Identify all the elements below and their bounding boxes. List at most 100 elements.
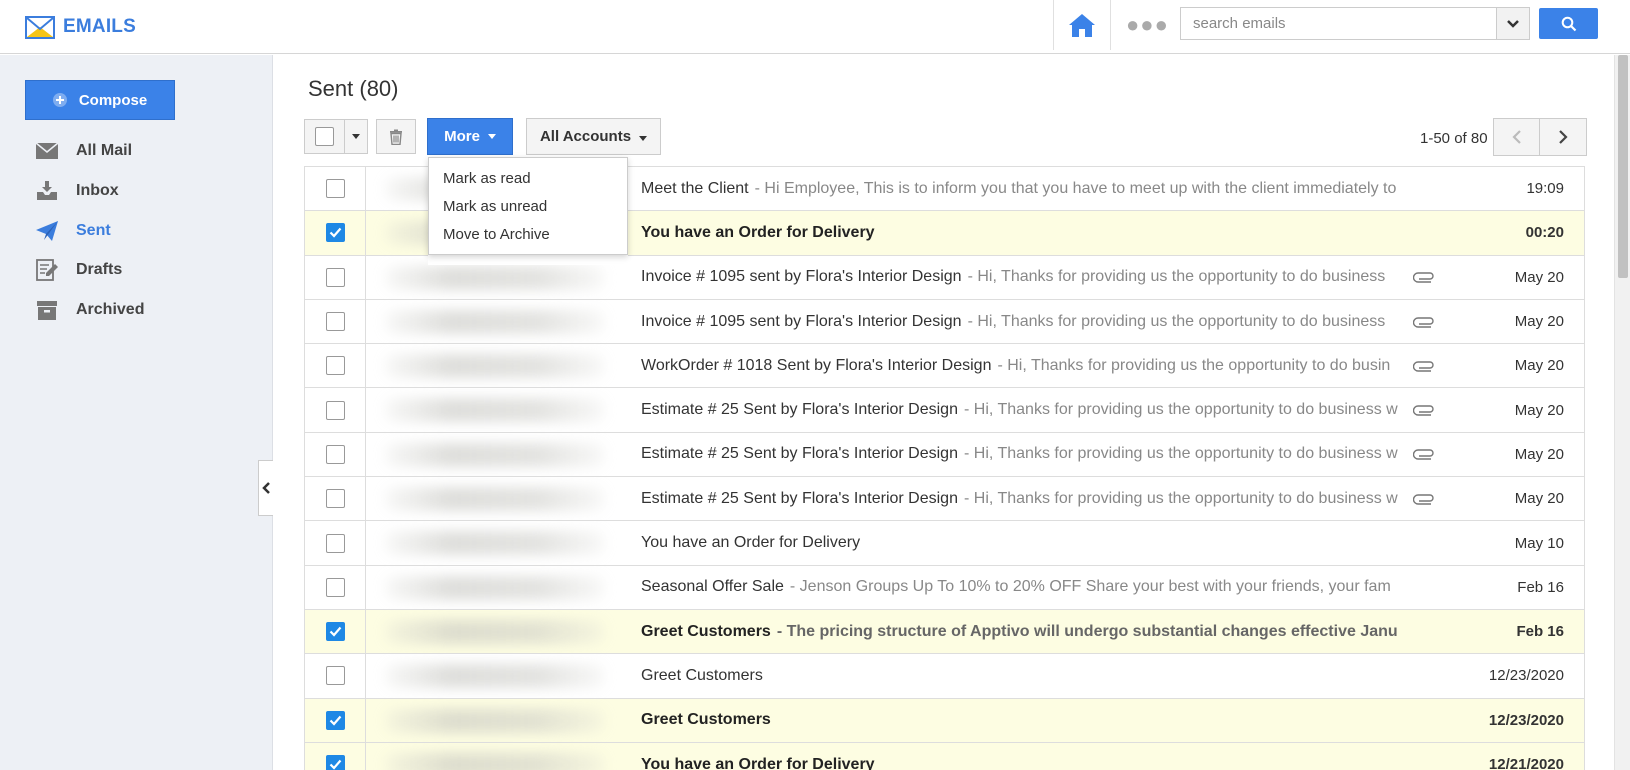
- mail-row-checkbox[interactable]: [305, 344, 366, 388]
- mail-preview: - Hi, Thanks for providing us the opport…: [967, 268, 1386, 286]
- mail-row-checkbox[interactable]: [305, 388, 366, 432]
- previous-page-button[interactable]: [1494, 119, 1540, 155]
- sidebar: Compose All Mail Inbox Sent Drafts Archi…: [0, 55, 273, 770]
- mail-content: Estimate # 25 Sent by Flora's Interior D…: [641, 433, 1407, 476]
- menu-item-move-to-archive[interactable]: Move to Archive: [429, 220, 627, 248]
- accounts-label: All Accounts: [539, 128, 632, 145]
- mail-subject: Invoice # 1095 sent by Flora's Interior …: [641, 268, 962, 286]
- mail-row[interactable]: Estimate # 25 Sent by Flora's Interior D…: [305, 388, 1584, 433]
- app-logo[interactable]: EMAILS: [25, 14, 136, 40]
- mail-content: Seasonal Offer Sale - Jenson Groups Up To…: [641, 566, 1407, 609]
- mail-row-checkbox[interactable]: [305, 167, 366, 211]
- mail-row[interactable]: Estimate # 25 Sent by Flora's Interior D…: [305, 432, 1584, 478]
- mail-date: 12/23/2020: [1488, 667, 1564, 685]
- mail-row-checkbox[interactable]: [305, 211, 366, 255]
- mail-preview: - The pricing structure of Apptivo will …: [776, 622, 1398, 640]
- mail-subject: You have an Order for Delivery: [641, 755, 875, 770]
- mail-date: Feb 16: [1516, 623, 1564, 641]
- compose-button[interactable]: Compose: [25, 80, 175, 120]
- sidebar-item-sent[interactable]: Sent: [34, 217, 111, 245]
- mail-preview: - Hi, Thanks for providing us the opport…: [963, 489, 1398, 507]
- redaction-blur: [385, 531, 605, 556]
- redaction-blur: [385, 487, 605, 512]
- menu-item-mark-as-unread[interactable]: Mark as unread: [429, 192, 627, 220]
- mail-sender-redacted: [367, 521, 627, 564]
- mail-row-checkbox[interactable]: [305, 742, 366, 770]
- collapse-sidebar-button[interactable]: [258, 460, 273, 516]
- mail-subject: Greet Customers: [641, 622, 771, 640]
- top-header: EMAILS ●●●: [0, 0, 1630, 54]
- mail-row-checkbox[interactable]: [305, 432, 366, 477]
- check-icon: [329, 626, 341, 637]
- sidebar-item-archived[interactable]: Archived: [34, 296, 144, 324]
- mail-row-checkbox[interactable]: [305, 521, 366, 565]
- mail-row-checkbox[interactable]: [305, 477, 366, 521]
- scrollbar-thumb[interactable]: [1618, 55, 1628, 278]
- compose-label: Compose: [78, 91, 148, 109]
- mail-content: Invoice # 1095 sent by Flora's Interior …: [641, 300, 1407, 343]
- mail-content: Greet Customers - The pricing structure o…: [641, 610, 1407, 653]
- mail-date: May 20: [1514, 313, 1564, 331]
- redaction-blur: [385, 664, 605, 689]
- mail-content: Invoice # 1095 sent by Flora's Interior …: [641, 256, 1407, 299]
- mail-date: May 20: [1514, 401, 1564, 419]
- mail-subject: Seasonal Offer Sale: [641, 578, 784, 596]
- mail-row-checkbox[interactable]: [305, 609, 366, 654]
- next-page-button[interactable]: [1540, 119, 1586, 155]
- mail-row-checkbox[interactable]: [305, 299, 366, 344]
- home-button[interactable]: [1053, 0, 1111, 50]
- mail-row-checkbox[interactable]: [305, 255, 366, 299]
- mail-row[interactable]: Greet Customers 12/23/2020: [305, 654, 1584, 699]
- search-options-button[interactable]: [1496, 8, 1529, 39]
- mail-row[interactable]: Seasonal Offer Sale - Jenson Groups Up To…: [305, 565, 1584, 610]
- mail-subject: Estimate # 25 Sent by Flora's Interior D…: [641, 445, 958, 463]
- caret-down-icon: [352, 134, 360, 139]
- sidebar-item-label: All Mail: [76, 142, 133, 159]
- mail-row-checkbox[interactable]: [305, 565, 366, 609]
- mail-content: Estimate # 25 Sent by Flora's Interior D…: [641, 477, 1407, 520]
- mail-content: Meet the Client - Hi Employee, This is to…: [641, 167, 1407, 210]
- mail-date: 12/23/2020: [1488, 711, 1564, 729]
- mail-preview: - Hi, Thanks for providing us the opport…: [963, 445, 1398, 463]
- attachment-icon: [1413, 344, 1435, 387]
- envelope-logo-icon: [25, 16, 55, 39]
- scrollbar[interactable]: [1614, 55, 1630, 770]
- checkbox-unchecked: [325, 312, 345, 332]
- menu-item-mark-as-read[interactable]: Mark as read: [429, 164, 627, 192]
- mail-row[interactable]: Estimate # 25 Sent by Flora's Interior D…: [305, 477, 1584, 522]
- mail-row[interactable]: Greet Customers - The pricing structure o…: [305, 609, 1584, 655]
- search-button[interactable]: [1539, 8, 1598, 39]
- select-all-checkbox[interactable]: [305, 120, 345, 153]
- sidebar-item-drafts[interactable]: Drafts: [34, 256, 122, 284]
- redaction-blur: [385, 265, 605, 290]
- attachment-icon: [1413, 477, 1435, 520]
- checkbox-box: [315, 127, 334, 146]
- mail-row[interactable]: WorkOrder # 1018 Sent by Flora's Interio…: [305, 344, 1584, 389]
- sidebar-item-all-mail[interactable]: All Mail: [34, 137, 132, 165]
- mail-sender-redacted: [367, 610, 627, 653]
- delete-button[interactable]: [376, 119, 416, 154]
- mail-row[interactable]: You have an Order for Delivery 12/21/2020: [305, 742, 1584, 770]
- sidebar-item-inbox[interactable]: Inbox: [34, 177, 119, 205]
- mail-row[interactable]: You have an Order for Delivery May 10: [305, 521, 1584, 566]
- search-input[interactable]: [1181, 8, 1498, 39]
- redaction-blur: [385, 398, 605, 423]
- mail-row-checkbox[interactable]: [305, 698, 366, 742]
- more-apps-icon[interactable]: ●●●: [1126, 14, 1169, 36]
- attachment-icon: [1413, 300, 1435, 343]
- mail-content: WorkOrder # 1018 Sent by Flora's Interio…: [641, 344, 1407, 387]
- inbox-icon: [34, 179, 60, 203]
- mail-row-checkbox[interactable]: [305, 654, 366, 698]
- checkbox-unchecked: [325, 666, 345, 686]
- mail-row[interactable]: Invoice # 1095 sent by Flora's Interior …: [305, 299, 1584, 345]
- redaction-blur: [385, 619, 605, 644]
- archive-icon: [34, 298, 60, 322]
- select-options-button[interactable]: [345, 120, 367, 153]
- paper-plane-icon: [34, 219, 60, 243]
- more-button[interactable]: More: [427, 118, 513, 155]
- chevron-right-icon: [1559, 130, 1568, 144]
- mail-row[interactable]: Greet Customers 12/23/2020: [305, 698, 1584, 743]
- redaction-blur: [385, 442, 605, 467]
- accounts-dropdown[interactable]: All Accounts: [526, 118, 661, 155]
- attachment-icon: [1413, 388, 1435, 431]
